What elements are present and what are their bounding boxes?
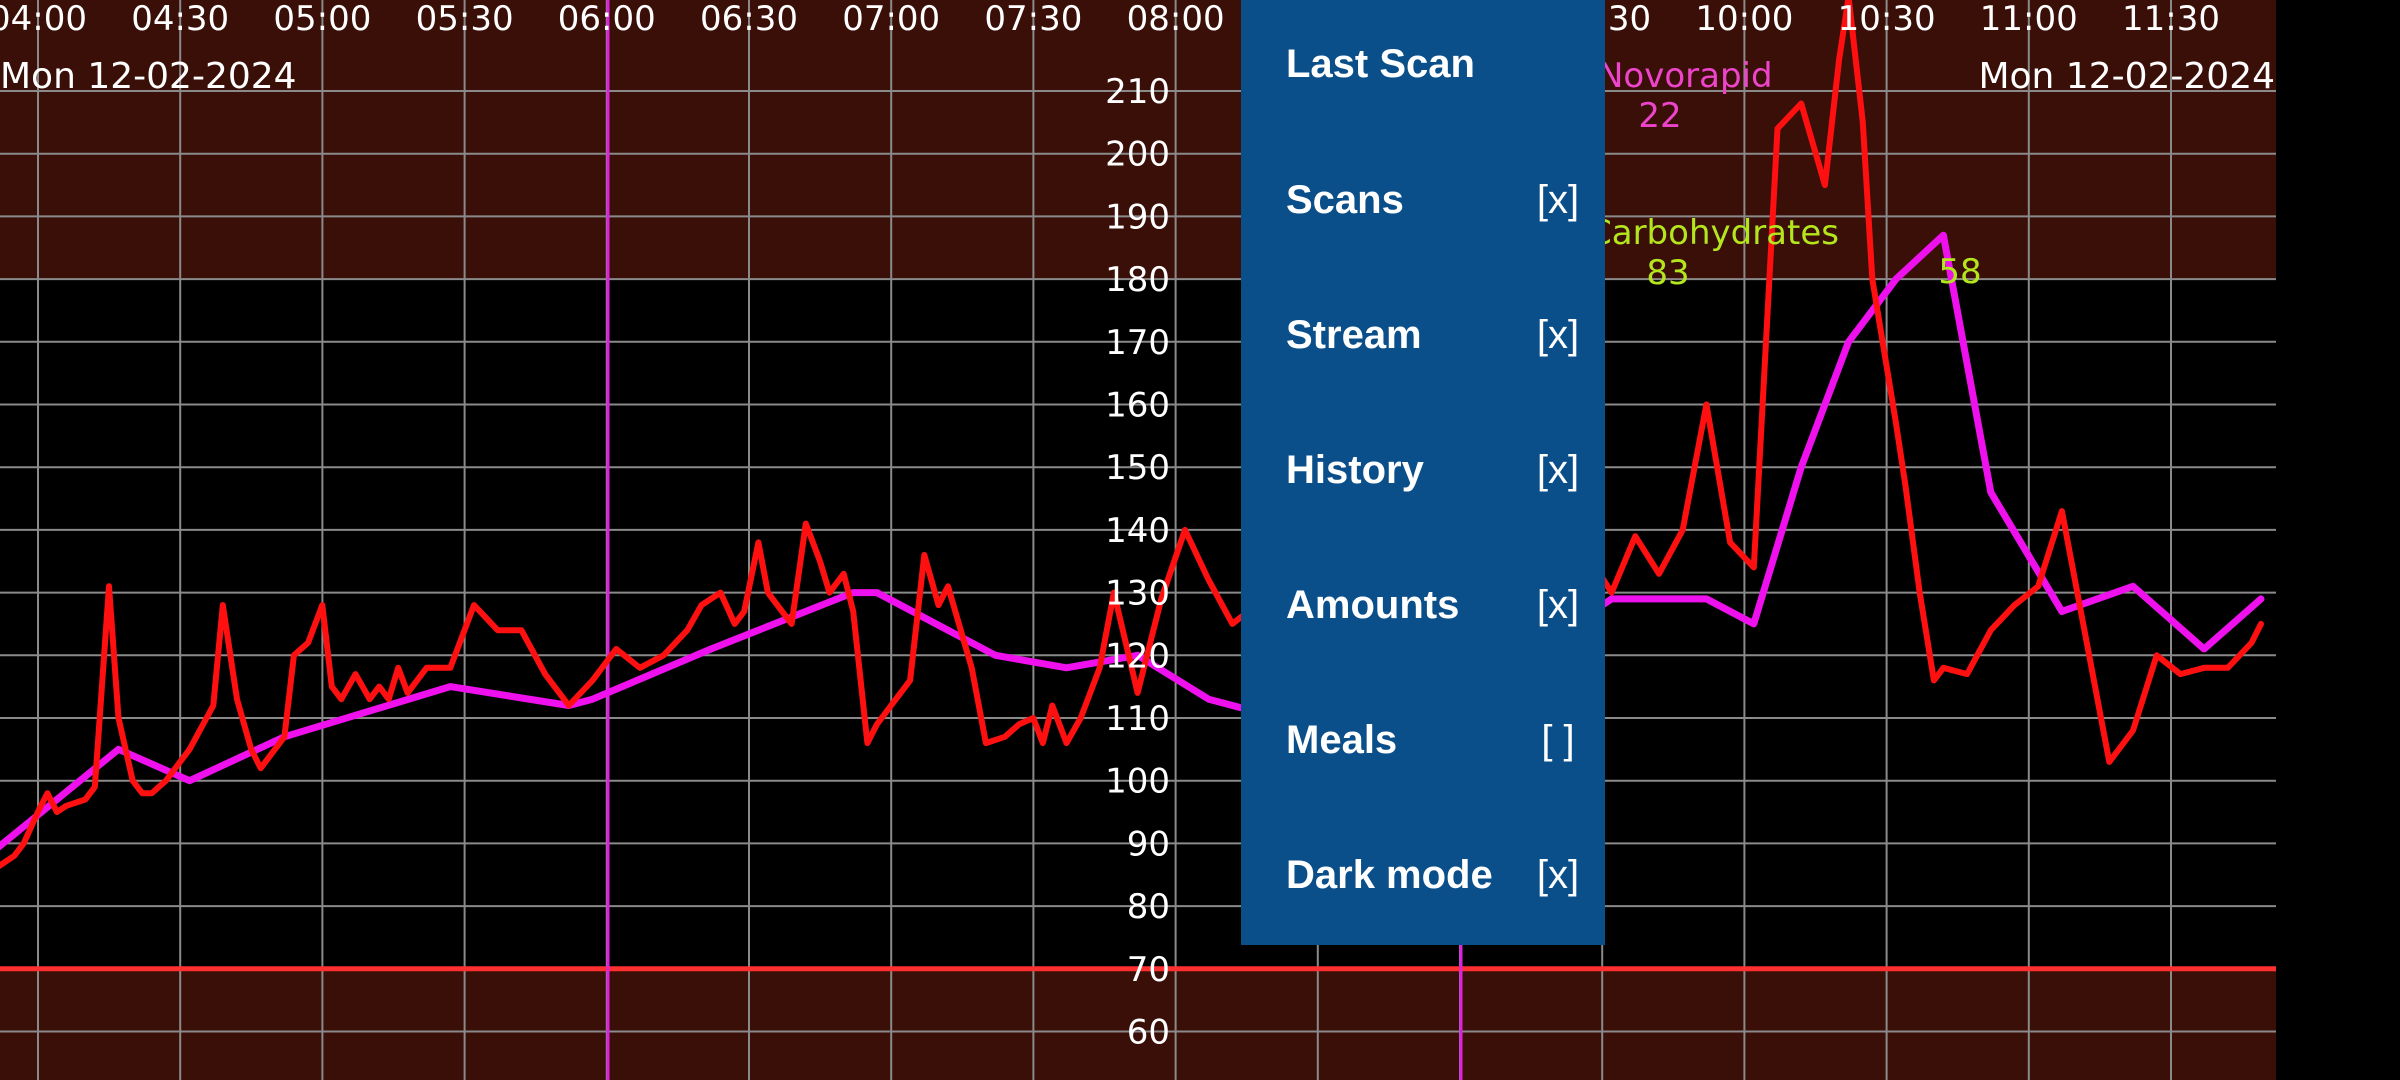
y-axis-tick-label: 170 bbox=[1105, 323, 1170, 363]
menu-item-history[interactable]: History [x] bbox=[1286, 430, 1586, 510]
y-axis-tick-label: 160 bbox=[1105, 386, 1170, 426]
display-options-menu: Last Scan Scans [x] Stream [x] History [… bbox=[1241, 0, 1605, 945]
menu-item-checkbox[interactable]: [x] bbox=[1530, 853, 1586, 898]
y-axis-tick-label: 180 bbox=[1105, 260, 1170, 300]
y-axis-tick-label: 80 bbox=[1127, 887, 1170, 927]
glucose-graph-screen: 210 200 190 180 170 160 150 140 130 120 110 100 90 80… bbox=[0, 0, 2400, 1080]
x-axis-tick-label: 06:00 bbox=[558, 0, 656, 39]
x-axis-tick-label: 08:00 bbox=[1127, 0, 1225, 39]
menu-item-checkbox[interactable]: [x] bbox=[1530, 178, 1586, 223]
y-axis-tick-label: 60 bbox=[1127, 1013, 1170, 1053]
x-axis-tick-label: 10:00 bbox=[1695, 0, 1793, 39]
x-axis-tick-label: 05:00 bbox=[273, 0, 371, 39]
y-axis-tick-label: 190 bbox=[1105, 197, 1170, 237]
y-axis-tick-label: 100 bbox=[1105, 762, 1170, 802]
menu-item-dark-mode[interactable]: Dark mode [x] bbox=[1286, 835, 1586, 915]
x-axis-tick-label: 07:30 bbox=[984, 0, 1082, 39]
y-axis-tick-label: 130 bbox=[1105, 574, 1170, 614]
x-axis-tick-label: 07:00 bbox=[842, 0, 940, 39]
menu-item-label: Scans bbox=[1286, 177, 1404, 222]
menu-item-checkbox[interactable]: [x] bbox=[1530, 313, 1586, 358]
insulin-amount-label: 22 bbox=[1638, 96, 1681, 136]
menu-item-label: History bbox=[1286, 447, 1424, 492]
insulin-type-label: Novorapid bbox=[1598, 56, 1773, 96]
menu-item-checkbox[interactable]: [x] bbox=[1530, 583, 1586, 628]
y-axis-tick-label: 110 bbox=[1105, 699, 1170, 739]
x-axis-tick-label: 04:00 bbox=[0, 0, 87, 39]
menu-item-meals[interactable]: Meals [ ] bbox=[1286, 700, 1586, 780]
x-axis-tick-label: 06:30 bbox=[700, 0, 798, 39]
menu-item-label: Dark mode bbox=[1286, 852, 1493, 897]
menu-item-scans[interactable]: Scans [x] bbox=[1286, 160, 1586, 240]
menu-item-label: Meals bbox=[1286, 717, 1398, 762]
x-axis-tick-label: 05:30 bbox=[416, 0, 514, 39]
menu-item-amounts[interactable]: Amounts [x] bbox=[1286, 565, 1586, 645]
menu-item-label: Last Scan bbox=[1286, 41, 1475, 86]
carb-amount-label: 83 bbox=[1646, 253, 1689, 293]
carb-amount-label-second: 58 bbox=[1938, 252, 1981, 292]
x-axis-tick-label: 11:30 bbox=[2122, 0, 2220, 39]
y-axis-tick-label: 70 bbox=[1127, 950, 1170, 990]
y-axis-tick-label: 90 bbox=[1127, 824, 1170, 864]
x-axis-tick-label: 11:00 bbox=[1980, 0, 2078, 39]
glucose-graph[interactable]: 210 200 190 180 170 160 150 140 130 120 110 100 90 80… bbox=[0, 0, 2400, 1080]
date-label-left: Mon 12-02-2024 bbox=[0, 56, 297, 97]
y-axis-tick-label: 150 bbox=[1105, 448, 1170, 488]
x-axis-tick-label: 04:30 bbox=[131, 0, 229, 39]
menu-item-checkbox[interactable]: [ ] bbox=[1530, 718, 1586, 763]
menu-item-label: Stream bbox=[1286, 312, 1422, 357]
y-axis-tick-label: 210 bbox=[1105, 72, 1170, 112]
x-axis-tick-label: 10:30 bbox=[1838, 0, 1936, 39]
carb-type-label: Carbohydrates bbox=[1588, 213, 1839, 253]
y-axis-tick-label: 200 bbox=[1105, 135, 1170, 175]
date-label-right: Mon 12-02-2024 bbox=[1978, 56, 2275, 97]
menu-item-label: Amounts bbox=[1286, 582, 1460, 627]
menu-item-checkbox[interactable]: [x] bbox=[1530, 448, 1586, 493]
menu-item-stream[interactable]: Stream [x] bbox=[1286, 295, 1586, 375]
y-axis-tick-label: 140 bbox=[1105, 511, 1170, 551]
y-axis-tick-label: 120 bbox=[1105, 636, 1170, 676]
menu-item-last-scan[interactable]: Last Scan bbox=[1286, 24, 1586, 104]
